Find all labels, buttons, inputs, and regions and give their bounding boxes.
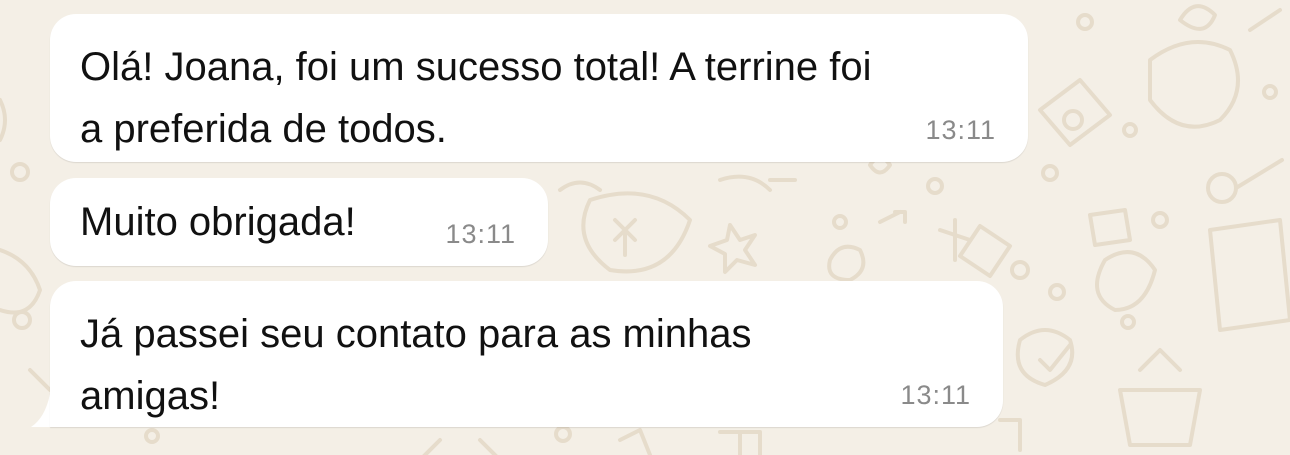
- message-text: Já passei seu contato para as minhas ami…: [80, 312, 752, 418]
- message-bubble[interactable]: Já passei seu contato para as minhas ami…: [50, 281, 1003, 427]
- message-timestamp: 13:11: [445, 219, 516, 249]
- message-timestamp: 13:11: [900, 380, 971, 410]
- message-bubble[interactable]: Muito obrigada! 13:11: [50, 178, 548, 266]
- message-text: Muito obrigada!: [80, 200, 356, 244]
- message-bubble[interactable]: Olá! Joana, foi um sucesso total! A terr…: [50, 14, 1028, 162]
- message-text: Olá! Joana, foi um sucesso total! A terr…: [80, 45, 872, 151]
- message-timestamp: 13:11: [925, 115, 996, 145]
